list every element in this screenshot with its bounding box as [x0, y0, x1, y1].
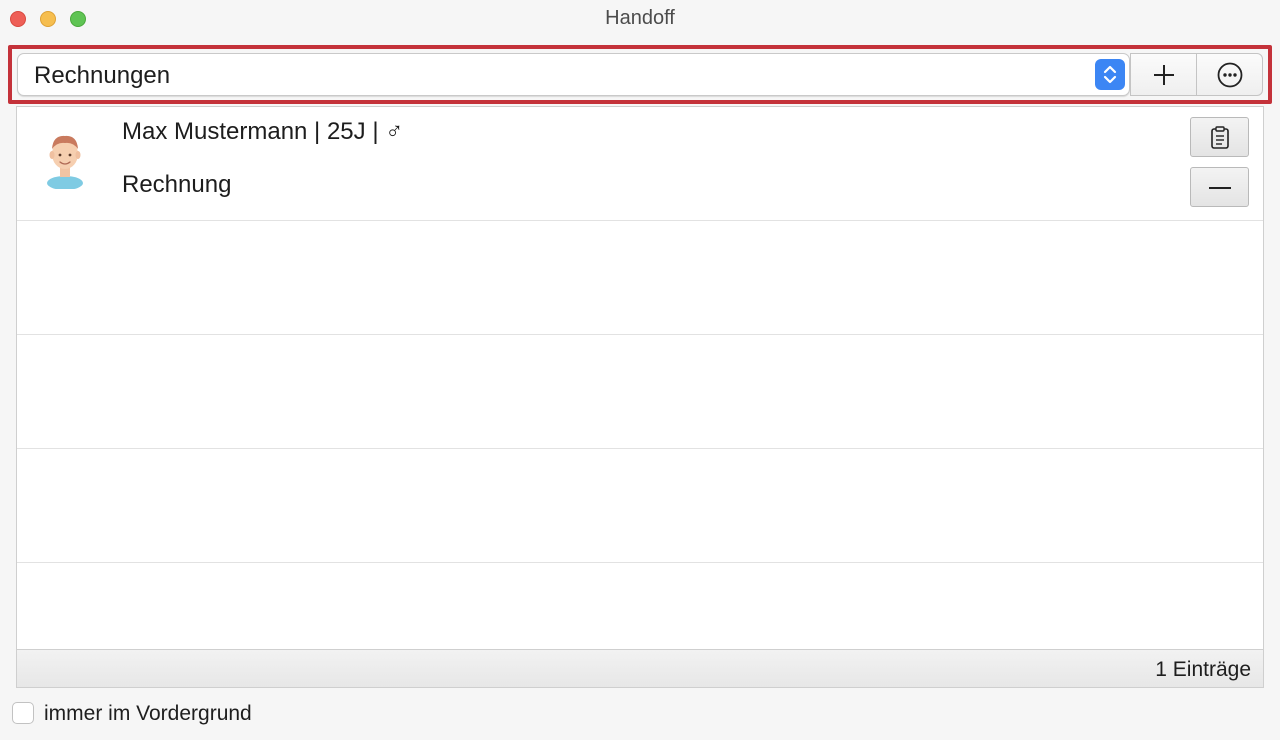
empty-row — [17, 221, 1263, 335]
table-footer: 1 Einträge — [17, 649, 1263, 687]
entry-document-type: Rechnung — [122, 171, 232, 198]
window-title: Handoff — [605, 7, 675, 29]
empty-row — [17, 563, 1263, 647]
open-document-button[interactable] — [1190, 117, 1249, 157]
empty-row — [17, 335, 1263, 449]
remove-entry-button[interactable] — [1190, 167, 1249, 207]
list-selector-popup[interactable]: Rechnungen — [17, 53, 1130, 96]
entry-patient-info: Max Mustermann | 25J | ♂ — [122, 118, 404, 145]
always-on-top-label[interactable]: immer im Vordergrund — [44, 702, 252, 726]
list-selector-value: Rechnungen — [34, 62, 171, 89]
table-row[interactable]: Max Mustermann | 25J | ♂ Rechnung — [17, 107, 1263, 221]
add-button[interactable] — [1130, 53, 1197, 96]
chevron-up-down-icon — [1095, 59, 1125, 90]
empty-row — [17, 449, 1263, 563]
male-avatar-icon — [43, 127, 87, 190]
entry-count: 1 Einträge — [1155, 658, 1251, 681]
title-bar: Handoff — [0, 0, 1280, 38]
always-on-top-checkbox[interactable] — [12, 702, 34, 724]
entries-table: Max Mustermann | 25J | ♂ Rechnung 1 Eint… — [16, 106, 1264, 688]
more-options-button[interactable] — [1196, 53, 1263, 96]
